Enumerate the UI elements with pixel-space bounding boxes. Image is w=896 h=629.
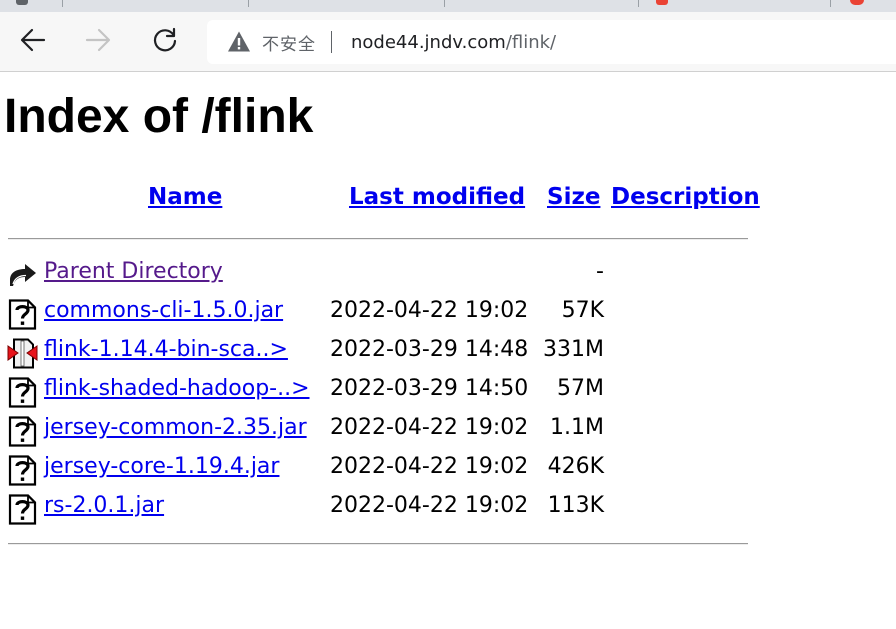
back-button[interactable]: [13, 20, 53, 60]
file-size: 331M: [543, 337, 604, 362]
forward-button[interactable]: [78, 20, 118, 60]
file-link[interactable]: flink-shaded-hadoop-..>: [44, 376, 310, 401]
compressed-file-icon[interactable]: [7, 338, 38, 369]
divider: [8, 543, 748, 545]
column-header-last-modified[interactable]: Last modified: [349, 184, 525, 210]
address-divider: [331, 31, 332, 53]
column-header-name[interactable]: Name: [148, 184, 222, 210]
file-link[interactable]: flink-1.14.4-bin-sca..>: [44, 337, 288, 362]
file-size: 57M: [557, 376, 604, 401]
page-title: Index of /flink: [4, 90, 314, 143]
unknown-file-icon[interactable]: [7, 416, 38, 447]
file-modified: 2022-03-29 14:50: [330, 376, 529, 401]
url-path: /flink/: [505, 31, 557, 53]
file-size: 113K: [547, 493, 604, 518]
tab-divider: [638, 0, 639, 7]
back-icon[interactable]: [7, 260, 38, 291]
unknown-file-icon[interactable]: [7, 494, 38, 525]
unknown-file-icon[interactable]: [7, 377, 38, 408]
tab-favicon[interactable]: [850, 0, 864, 5]
arrow-left-icon: [20, 28, 46, 52]
file-modified: 2022-04-22 19:02: [330, 454, 529, 479]
tab-strip: [0, 0, 896, 12]
parent-directory-link[interactable]: Parent Directory: [44, 259, 223, 284]
tab-divider: [248, 0, 249, 7]
page-content: Index of /flink Name Last modified Size …: [0, 72, 896, 629]
table-row: flink-1.14.4-bin-sca..> 2022-03-29 14:48…: [0, 337, 760, 371]
warning-icon[interactable]: [227, 30, 251, 54]
url-text[interactable]: node44.jndv.com/flink/: [351, 32, 556, 53]
file-link[interactable]: jersey-common-2.35.jar: [44, 415, 307, 440]
file-size: -: [596, 259, 604, 284]
tab-divider: [830, 0, 831, 7]
file-link[interactable]: rs-2.0.1.jar: [44, 493, 164, 518]
file-modified: 2022-03-29 14:48: [330, 337, 529, 362]
security-label[interactable]: 不安全: [262, 30, 316, 55]
table-header: Name Last modified Size Description: [0, 184, 760, 218]
browser-toolbar: 不安全 node44.jndv.com/flink/: [0, 12, 896, 72]
divider: [8, 238, 748, 240]
tab-favicon[interactable]: [656, 0, 668, 5]
table-row: jersey-core-1.19.4.jar 2022-04-22 19:02 …: [0, 454, 760, 488]
table-row-parent: Parent Directory -: [0, 259, 760, 293]
table-row: flink-shaded-hadoop-..> 2022-03-29 14:50…: [0, 376, 760, 410]
unknown-file-icon[interactable]: [7, 455, 38, 486]
tab-divider: [444, 0, 445, 7]
file-modified: 2022-04-22 19:02: [330, 493, 529, 518]
unknown-file-icon[interactable]: [7, 299, 38, 330]
table-row: rs-2.0.1.jar 2022-04-22 19:02 113K: [0, 493, 760, 527]
table-row: commons-cli-1.5.0.jar 2022-04-22 19:02 5…: [0, 298, 760, 332]
tab-divider: [62, 0, 63, 7]
reload-button[interactable]: [145, 20, 185, 60]
file-modified: 2022-04-22 19:02: [330, 415, 529, 440]
file-size: 57K: [561, 298, 604, 323]
reload-icon: [153, 27, 177, 52]
arrow-right-icon: [85, 28, 111, 52]
tab-favicon[interactable]: [16, 0, 28, 5]
file-link[interactable]: jersey-core-1.19.4.jar: [44, 454, 279, 479]
address-bar[interactable]: 不安全 node44.jndv.com/flink/: [207, 20, 896, 64]
file-size: 426K: [547, 454, 604, 479]
table-row: jersey-common-2.35.jar 2022-04-22 19:02 …: [0, 415, 760, 449]
column-header-size[interactable]: Size: [547, 184, 600, 210]
file-link[interactable]: commons-cli-1.5.0.jar: [44, 298, 283, 323]
file-modified: 2022-04-22 19:02: [330, 298, 529, 323]
file-size: 1.1M: [550, 415, 604, 440]
url-host: node44.jndv.com: [351, 31, 506, 53]
column-header-description[interactable]: Description: [611, 184, 760, 210]
